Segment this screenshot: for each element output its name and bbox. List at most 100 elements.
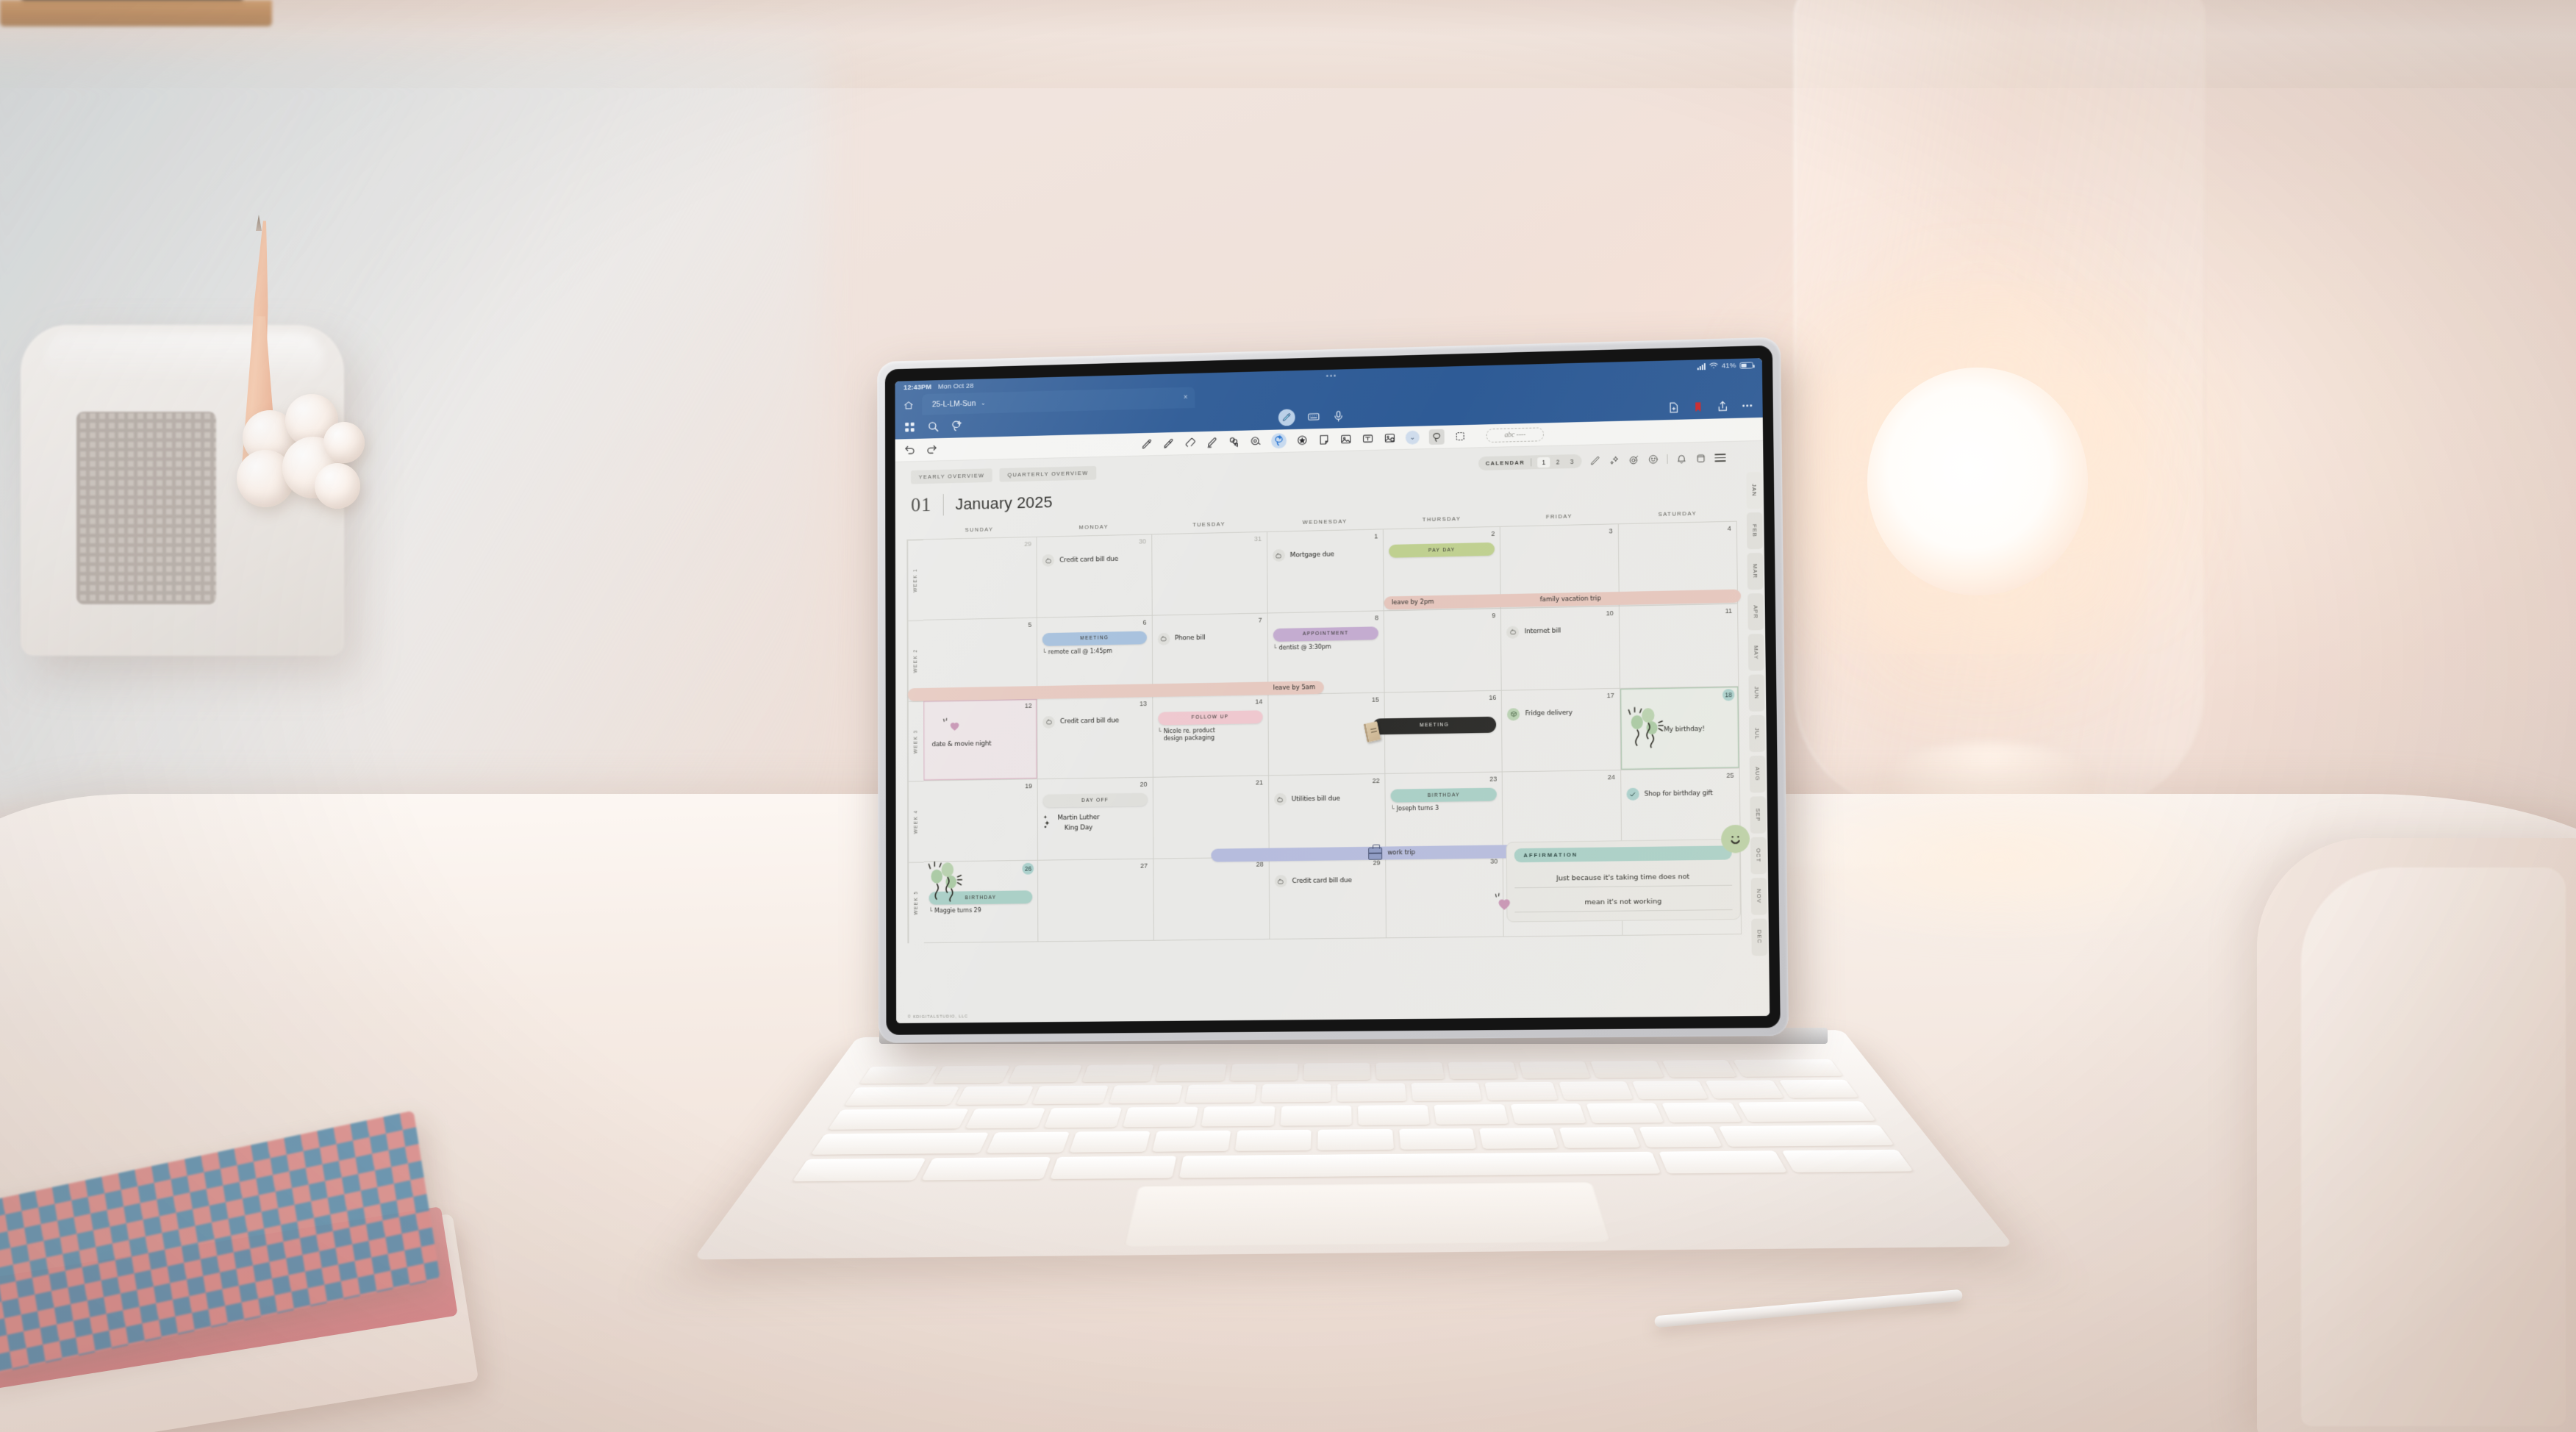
month-tab-oct[interactable]: OCT: [1750, 837, 1767, 875]
week-label-4: WEEK 4: [907, 781, 924, 863]
calendar-option-1[interactable]: 1: [1537, 457, 1550, 468]
day-cell: 23 BIRTHDAY └ Joseph turns 3: [1385, 772, 1504, 856]
month-name: January 2025: [955, 493, 1053, 513]
target-icon[interactable]: [1628, 454, 1639, 465]
bell-icon[interactable]: [1676, 453, 1687, 464]
event-shop-birthday-gift[interactable]: Shop for birthday gift: [1626, 787, 1734, 801]
day-number: 30: [1139, 537, 1146, 545]
eraser-icon[interactable]: [1184, 437, 1197, 449]
smiley-icon[interactable]: [1647, 454, 1659, 465]
month-tab-may[interactable]: MAY: [1747, 634, 1764, 671]
event-credit-card-bill-3[interactable]: Credit card bill due: [1274, 874, 1381, 888]
calendar-option-2[interactable]: 2: [1551, 457, 1564, 467]
tablet-keyboard[interactable]: [693, 1030, 2014, 1260]
event-internet-bill[interactable]: Internet bill: [1506, 624, 1613, 639]
month-tab-dec[interactable]: DEC: [1750, 918, 1767, 956]
highlighter-icon[interactable]: [1206, 436, 1218, 448]
month-tab-nov[interactable]: NOV: [1750, 878, 1767, 915]
affirmation-card[interactable]: AFFIRMATION Just because it's taking tim…: [1506, 824, 1750, 923]
lasso-select-icon[interactable]: [1428, 429, 1445, 445]
share-icon[interactable]: [1717, 400, 1729, 412]
image-icon[interactable]: [1339, 433, 1352, 445]
event-note: └ Maggie turns 29: [929, 907, 981, 914]
day-number: 29: [1024, 540, 1031, 548]
event-meeting-w3[interactable]: MEETING: [1363, 716, 1497, 742]
month-tab-jan[interactable]: JAN: [1745, 471, 1762, 509]
text-box-icon[interactable]: [1362, 432, 1374, 445]
event-meeting-w2[interactable]: MEETING: [1042, 631, 1147, 646]
screenshot-icon[interactable]: [1384, 432, 1396, 444]
handwriting-field[interactable]: abc ----: [1486, 427, 1544, 443]
day-number: 8: [1374, 614, 1378, 622]
sticky-note-icon[interactable]: [1318, 434, 1331, 446]
add-page-icon[interactable]: [1667, 401, 1680, 414]
month-tab-sep[interactable]: SEP: [1749, 796, 1766, 834]
day-number: 15: [1371, 695, 1379, 704]
event-label: Credit card bill due: [1292, 876, 1352, 885]
day-cell: 29 Credit card bill due: [1269, 856, 1387, 940]
sticker-star-icon[interactable]: [1296, 434, 1309, 446]
tape-icon[interactable]: [1250, 435, 1262, 448]
pen-icon[interactable]: [1141, 438, 1153, 451]
search-icon[interactable]: [927, 420, 940, 433]
more-icon[interactable]: [1741, 399, 1753, 412]
event-date-movie-night[interactable]: date & movie night: [929, 740, 995, 748]
trackpad[interactable]: [1123, 1181, 1611, 1247]
day-cell: 19: [923, 779, 1039, 862]
event-birthday-w4[interactable]: BIRTHDAY: [1390, 787, 1498, 803]
pen-tool-icon[interactable]: [1278, 409, 1295, 426]
month-tab-apr[interactable]: APR: [1747, 593, 1764, 631]
week-label-5: WEEK 5: [908, 862, 924, 944]
fountain-pen-icon[interactable]: [1162, 437, 1175, 450]
home-icon[interactable]: [895, 394, 922, 415]
crop-icon[interactable]: [1454, 430, 1467, 443]
event-follow-up[interactable]: FOLLOW UP: [1157, 709, 1263, 726]
chevron-down-icon[interactable]: ⌄: [1405, 430, 1420, 445]
month-tab-aug[interactable]: AUG: [1749, 755, 1766, 793]
calendar-selector[interactable]: CALENDAR 1 2 3: [1478, 454, 1582, 471]
month-tab-mar[interactable]: MAR: [1746, 552, 1763, 590]
calendar-option-3[interactable]: 3: [1565, 456, 1578, 466]
event-utilities-bill[interactable]: Utilities bill due: [1274, 792, 1380, 806]
event-credit-card-bill[interactable]: Credit card bill due: [1042, 552, 1146, 567]
humidifier-grill: [76, 412, 216, 604]
event-mortgage-due[interactable]: Mortgage due: [1272, 547, 1378, 562]
event-my-birthday[interactable]: My birthday!: [1664, 726, 1705, 734]
status-date: Mon Oct 28: [937, 382, 974, 391]
briefcase-icon: [1368, 847, 1383, 860]
color-swatch-icon[interactable]: [1228, 436, 1240, 448]
event-mlk-day[interactable]: Martin Luther King Day: [1058, 814, 1100, 834]
smiley-sticker: [1721, 824, 1750, 853]
event-fridge-delivery[interactable]: Fridge delivery: [1507, 706, 1614, 721]
event-day-off[interactable]: DAY OFF: [1042, 793, 1148, 808]
quarterly-overview-button[interactable]: QUARTERLY OVERVIEW: [999, 465, 1097, 482]
lasso-select-icon[interactable]: [951, 420, 963, 432]
yearly-overview-button[interactable]: YEARLY OVERVIEW: [910, 468, 993, 484]
undo-icon[interactable]: [904, 444, 915, 457]
trash-icon[interactable]: [1695, 453, 1706, 464]
sparkle-icon[interactable]: [1609, 455, 1620, 466]
event-pay-day[interactable]: PAY DAY: [1389, 542, 1495, 558]
bookmark-icon[interactable]: [1692, 401, 1704, 413]
month-tab-feb[interactable]: FEB: [1746, 512, 1763, 550]
close-icon[interactable]: ×: [1154, 394, 1188, 403]
redo-icon[interactable]: [926, 443, 938, 456]
hamburger-icon[interactable]: [1714, 454, 1726, 462]
piggy-bank-icon: [1272, 549, 1285, 562]
event-phone-bill[interactable]: Phone bill: [1157, 631, 1262, 645]
day-number: 29: [1373, 859, 1381, 867]
month-tab-jul[interactable]: JUL: [1748, 715, 1765, 753]
month-tab-jun[interactable]: JUN: [1747, 674, 1764, 712]
event-credit-card-bill-2[interactable]: Credit card bill due: [1042, 715, 1147, 728]
day-number: 5: [1028, 620, 1032, 629]
sparkle-sticker: [1043, 815, 1054, 834]
microphone-icon[interactable]: [1332, 410, 1345, 423]
event-appointment[interactable]: APPOINTMENT: [1273, 626, 1379, 642]
lasso-icon[interactable]: [1271, 433, 1287, 449]
grid-icon[interactable]: [904, 421, 915, 434]
chevron-down-icon[interactable]: ⌄: [981, 400, 986, 407]
event-note: └ Nicole re. product design packaging: [1157, 726, 1215, 742]
keyboard-icon[interactable]: [1307, 410, 1320, 423]
day-cell: 29: [923, 537, 1038, 620]
pen-icon[interactable]: [1590, 455, 1601, 466]
